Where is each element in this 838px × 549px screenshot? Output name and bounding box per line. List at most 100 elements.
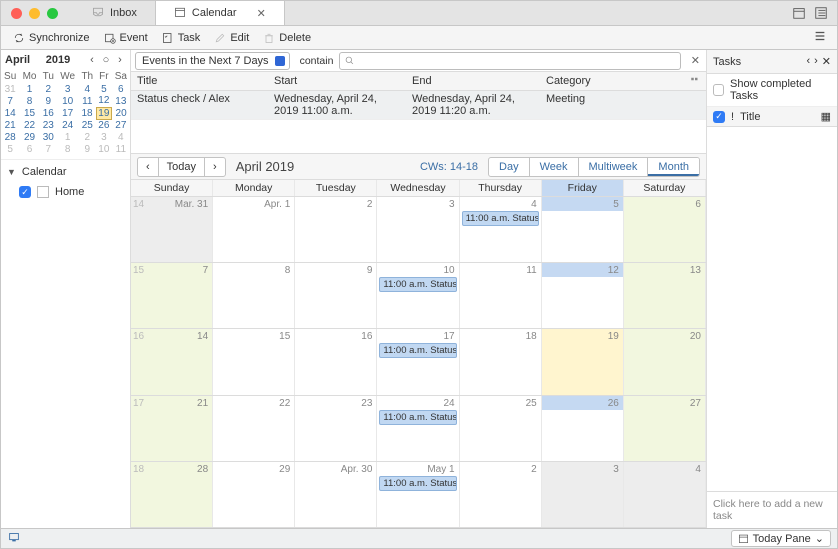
new-event-button[interactable]: Event xyxy=(98,30,154,46)
new-task-input[interactable]: Click here to add a new task xyxy=(707,491,837,528)
minical-prev-icon[interactable]: ‹ xyxy=(86,54,98,66)
day-cell[interactable]: 157 xyxy=(131,263,213,328)
day-cell[interactable]: 1011:00 a.m. Status ... xyxy=(377,263,459,328)
nav-prev-icon[interactable]: ‹ xyxy=(138,158,159,176)
tasks-toggle-icon[interactable] xyxy=(813,5,829,21)
today-pane-label: Today Pane xyxy=(753,533,811,545)
btn-label: Delete xyxy=(279,32,311,44)
checkbox-icon[interactable]: ✓ xyxy=(19,186,31,198)
calendar-nav: ‹ Today › April 2019 CWs: 14-18 Day Week… xyxy=(131,154,706,180)
day-cell[interactable]: 11 xyxy=(460,263,542,328)
event-chip[interactable]: 11:00 a.m. Status ... xyxy=(379,410,456,425)
event-filter-bar: Events in the Next 7 Days contain ✕ xyxy=(131,50,706,72)
day-cell[interactable]: 26 xyxy=(542,396,624,461)
view-multiweek[interactable]: Multiweek xyxy=(579,158,649,176)
day-cell[interactable]: 14Mar. 31 xyxy=(131,197,213,262)
nav-today-button[interactable]: Today xyxy=(159,158,205,176)
day-cell[interactable]: 1721 xyxy=(131,396,213,461)
minical-today-icon[interactable]: ○ xyxy=(100,54,112,66)
close-tab-icon[interactable]: ✕ xyxy=(257,7,266,20)
day-cell[interactable]: 1711:00 a.m. Status ... xyxy=(377,329,459,394)
filter-operator[interactable]: contain xyxy=(294,55,340,67)
new-task-button[interactable]: Task xyxy=(156,30,207,46)
event-chip[interactable]: 11:00 a.m. Status ... xyxy=(379,343,456,358)
tasks-list[interactable] xyxy=(707,127,837,491)
delete-button: Delete xyxy=(257,30,317,46)
menu-icon[interactable] xyxy=(813,29,831,46)
tasks-prev-icon[interactable]: ‹ xyxy=(806,55,810,68)
search-input[interactable] xyxy=(339,52,680,70)
checkbox-icon[interactable] xyxy=(713,84,724,96)
show-completed-row[interactable]: Show completed Tasks xyxy=(707,74,837,107)
eventlist-row[interactable]: Status check / AlexWednesday, April 24, … xyxy=(131,91,706,120)
tab-inbox[interactable]: Inbox xyxy=(74,1,156,25)
day-cell[interactable]: 8 xyxy=(213,263,295,328)
day-cell[interactable]: 2 xyxy=(295,197,377,262)
view-day[interactable]: Day xyxy=(489,158,530,176)
col-options-icon[interactable] xyxy=(684,72,706,90)
day-cell[interactable]: 411:00 a.m. Status ... xyxy=(460,197,542,262)
day-cell[interactable]: 16 xyxy=(295,329,377,394)
tasks-col-options-icon[interactable]: ▦ xyxy=(821,110,831,123)
clear-filter-icon[interactable]: ✕ xyxy=(685,54,706,67)
tasks-next-icon[interactable]: › xyxy=(814,55,818,68)
zoom-window-icon[interactable] xyxy=(47,8,58,19)
tasks-col-title[interactable]: Title xyxy=(740,111,760,123)
today-pane-button[interactable]: Today Pane ⌄ xyxy=(731,530,831,547)
col-end[interactable]: End xyxy=(406,72,540,90)
view-month[interactable]: Month xyxy=(648,158,699,176)
day-cell[interactable]: 19 xyxy=(542,329,624,394)
day-cell[interactable]: 4 xyxy=(624,462,706,527)
day-cell[interactable]: 6 xyxy=(624,197,706,262)
day-cell[interactable]: 3 xyxy=(377,197,459,262)
online-icon[interactable] xyxy=(7,530,21,547)
day-cell[interactable]: Apr. 30 xyxy=(295,462,377,527)
day-cell[interactable]: 1614 xyxy=(131,329,213,394)
day-cell[interactable]: 12 xyxy=(542,263,624,328)
day-cell[interactable]: 18 xyxy=(460,329,542,394)
filter-dropdown[interactable]: Events in the Next 7 Days xyxy=(135,52,290,70)
nav-next-icon[interactable]: › xyxy=(205,158,225,176)
day-headers: SundayMondayTuesdayWednesdayThursdayFrid… xyxy=(131,180,706,197)
calendar-item-home[interactable]: ✓ Home xyxy=(1,184,130,200)
calendar-toggle-icon[interactable] xyxy=(791,5,807,21)
tasks-close-icon[interactable]: ✕ xyxy=(822,55,831,68)
minical-month: April xyxy=(5,54,30,66)
checkbox-col-icon[interactable]: ✓ xyxy=(713,111,725,123)
day-cell[interactable]: 27 xyxy=(624,396,706,461)
day-cell[interactable]: 29 xyxy=(213,462,295,527)
day-cell[interactable]: 15 xyxy=(213,329,295,394)
day-cell[interactable]: May 111:00 a.m. Status ... xyxy=(377,462,459,527)
event-chip[interactable]: 11:00 a.m. Status ... xyxy=(462,211,539,226)
close-window-icon[interactable] xyxy=(11,8,22,19)
calendar-color-swatch xyxy=(37,186,49,198)
col-title[interactable]: Title xyxy=(131,72,268,90)
day-cell[interactable]: 22 xyxy=(213,396,295,461)
minicalendar[interactable]: SuMoTuWeThFrSa 3112345678910111213141516… xyxy=(1,70,130,155)
filter-label: Events in the Next 7 Days xyxy=(142,55,269,67)
day-cell[interactable]: 2 xyxy=(460,462,542,527)
day-cell[interactable]: 25 xyxy=(460,396,542,461)
day-cell[interactable]: 13 xyxy=(624,263,706,328)
event-chip[interactable]: 11:00 a.m. Status ... xyxy=(379,277,456,292)
calendar-list-header[interactable]: ▼ Calendar xyxy=(1,159,130,184)
day-header: Sunday xyxy=(131,180,213,196)
synchronize-button[interactable]: Synchronize xyxy=(7,30,96,46)
day-cell[interactable]: 20 xyxy=(624,329,706,394)
day-cell[interactable]: 3 xyxy=(542,462,624,527)
tab-calendar[interactable]: Calendar ✕ xyxy=(156,1,285,25)
priority-col-icon[interactable]: ! xyxy=(731,111,734,123)
minimize-window-icon[interactable] xyxy=(29,8,40,19)
day-cell[interactable]: 5 xyxy=(542,197,624,262)
view-week[interactable]: Week xyxy=(530,158,579,176)
day-cell[interactable]: 9 xyxy=(295,263,377,328)
col-category[interactable]: Category xyxy=(540,72,684,90)
col-start[interactable]: Start xyxy=(268,72,406,90)
day-cell[interactable]: 1828 xyxy=(131,462,213,527)
day-cell[interactable]: 2411:00 a.m. Status ... xyxy=(377,396,459,461)
day-cell[interactable]: Apr. 1 xyxy=(213,197,295,262)
day-cell[interactable]: 23 xyxy=(295,396,377,461)
month-grid[interactable]: 14Mar. 31Apr. 123411:00 a.m. Status ...5… xyxy=(131,197,706,528)
minical-next-icon[interactable]: › xyxy=(114,54,126,66)
event-chip[interactable]: 11:00 a.m. Status ... xyxy=(379,476,456,491)
